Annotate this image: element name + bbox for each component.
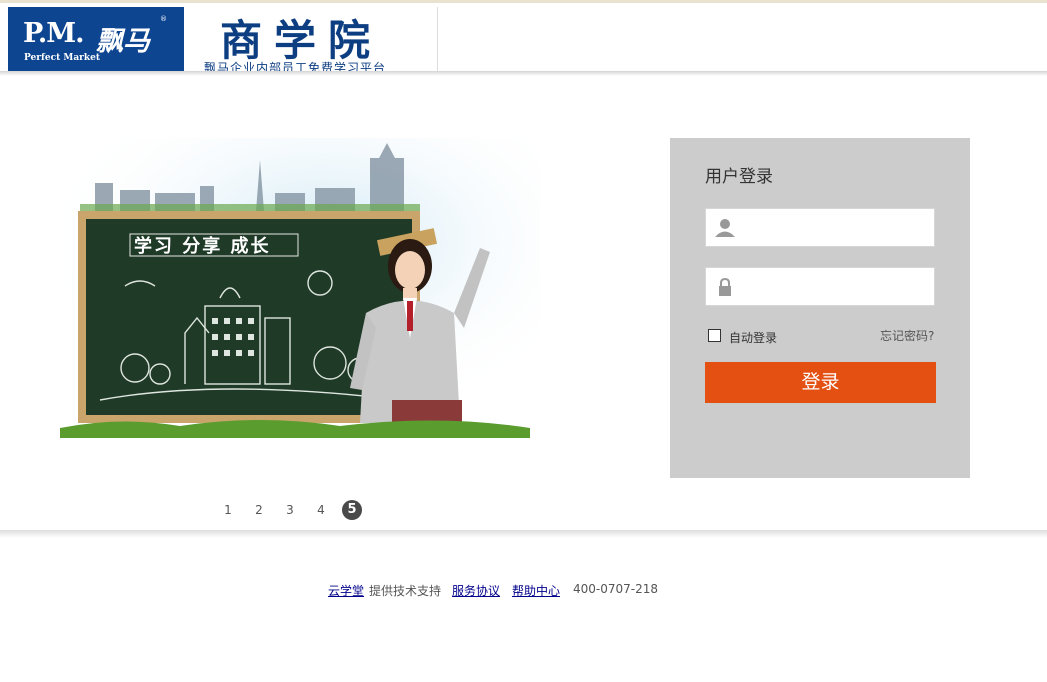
footer-divider (0, 530, 1047, 538)
login-button[interactable]: 登录 (705, 362, 936, 403)
forgot-password-link[interactable]: 忘记密码? (880, 327, 934, 344)
terms-link[interactable]: 服务协议 (452, 582, 500, 599)
provider-text: 提供技术支持 (369, 584, 442, 598)
logo-pm-cn-text: 飘马 (96, 26, 150, 57)
logo-pm-en-text: Perfect Market (24, 53, 101, 63)
support-phone: 400-0707-218 (573, 582, 659, 596)
login-title: 用户登录 (705, 167, 773, 187)
password-input[interactable] (746, 274, 926, 300)
business-school-logo: 商学院 飘马企业内部员工免费学习平台 (184, 7, 438, 75)
pager-dot-active[interactable]: 5 (342, 500, 362, 520)
remember-me-label[interactable]: 自动登录 (729, 329, 777, 346)
footer: 云学堂 提供技术支持 服务协议 帮助中心 400-0707-218 (0, 582, 1047, 602)
provider-link[interactable]: 云学堂 (328, 582, 364, 599)
banner-carousel-slide[interactable]: 学习 分享 成长 (60, 138, 540, 438)
lock-icon (719, 277, 731, 296)
logo-registered-mark: ® (160, 15, 167, 23)
pager-dot[interactable]: 3 (280, 500, 300, 520)
logo-pm-text: P.M. (23, 18, 85, 49)
board-text: 学习 分享 成长 (134, 235, 271, 257)
grass (60, 420, 530, 438)
banner-illustration: 学习 分享 成长 (60, 138, 540, 438)
main-content: 学习 分享 成长 用户登录 自动登录 忘记密码? 登录 1 2 3 4 5 (0, 76, 1047, 531)
site-header: P.M. 飘马 ® Perfect Market 商学院 飘马企业内部员工免费学… (0, 3, 1047, 75)
logo[interactable]: P.M. 飘马 ® Perfect Market 商学院 飘马企业内部员工免费学… (8, 7, 438, 75)
pager-dot[interactable]: 1 (218, 500, 238, 520)
help-center-link[interactable]: 帮助中心 (512, 582, 560, 599)
login-panel: 用户登录 自动登录 忘记密码? 登录 (670, 138, 970, 478)
pager-dot[interactable]: 4 (311, 500, 331, 520)
username-input[interactable] (746, 215, 926, 241)
pm-brand-logo: P.M. 飘马 ® Perfect Market (8, 7, 184, 73)
remember-me-checkbox[interactable] (708, 329, 721, 342)
user-icon (715, 219, 735, 237)
username-field[interactable] (705, 208, 935, 247)
pager-dot[interactable]: 2 (249, 500, 269, 520)
password-field[interactable] (705, 267, 935, 306)
